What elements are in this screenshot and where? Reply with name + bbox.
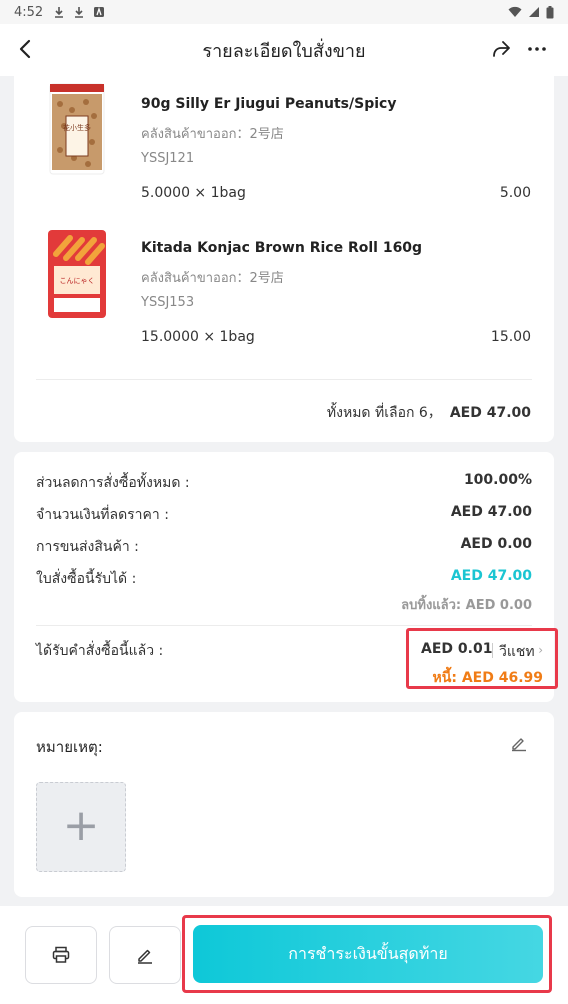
add-attachment-button[interactable]: + xyxy=(36,782,126,872)
edit-note-icon[interactable] xyxy=(510,734,528,752)
item-name: 90g Silly Er Jiugui Peanuts/Spicy xyxy=(141,96,397,112)
item-quantity: 5.0000 × 1bag xyxy=(141,185,246,201)
app-notification-icon xyxy=(94,6,105,17)
items-total: ทั้งหมด ที่เลือก 6， AED 47.00 xyxy=(327,402,531,424)
final-payment-highlight: การชำระเงินขั้นสุดท้าย xyxy=(182,915,552,993)
edit-icon xyxy=(138,949,152,964)
shipping-label: การขนส่งสินค้า : xyxy=(36,539,139,555)
item-quantity: 15.0000 × 1bag xyxy=(141,329,255,345)
discount-label: ส่วนลดการสั่งซื้อทั้งหมด : xyxy=(36,475,190,491)
product-thumbnail-text: 花小生多 xyxy=(63,123,91,132)
receivable-label: ใบสั่งซื้อนี้รับได้ : xyxy=(36,571,137,587)
item-code: YSSJ153 xyxy=(141,295,195,310)
items-total-value: AED 47.00 xyxy=(449,405,531,421)
order-item[interactable]: こんにゃく Kitada Konjac Brown Rice Roll 160g… xyxy=(14,220,554,350)
received-amount: AED 0.01 xyxy=(421,641,493,657)
print-button[interactable] xyxy=(25,926,97,984)
status-bar: 4:52 xyxy=(0,0,568,24)
printer-icon xyxy=(52,946,70,963)
received-payment-box[interactable]: AED 0.01 วีแชท › หนี้: AED 46.99 xyxy=(406,628,558,689)
discounted-amount-label: จำนวนเงินที่ลดราคา : xyxy=(36,507,169,523)
item-code: YSSJ121 xyxy=(141,151,195,166)
items-total-label: ทั้งหมด ที่เลือก 6， xyxy=(326,405,442,421)
share-icon[interactable] xyxy=(490,38,512,60)
bottom-action-bar: การชำระเงินขั้นสุดท้าย xyxy=(0,906,568,1004)
edit-button[interactable] xyxy=(109,926,181,984)
product-thumbnail: こんにゃく xyxy=(48,230,106,318)
product-thumbnail: 花小生多 xyxy=(49,83,105,175)
debt-amount: หนี้: AED 46.99 xyxy=(432,670,543,686)
content-scroll-area[interactable]: 花小生多 90g Silly Er Jiugui Peanuts/Spicy ค… xyxy=(0,76,568,906)
item-amount: 15.00 xyxy=(490,329,531,345)
plus-icon: + xyxy=(62,800,100,852)
download-icon xyxy=(75,7,84,18)
battery-icon xyxy=(546,5,554,18)
discounted-amount-value: AED 47.00 xyxy=(450,504,532,520)
signal-icon xyxy=(529,7,539,17)
divider xyxy=(492,643,493,658)
final-payment-button[interactable]: การชำระเงินขั้นสุดท้าย xyxy=(193,925,543,983)
order-item[interactable]: 花小生多 90g Silly Er Jiugui Peanuts/Spicy ค… xyxy=(14,76,554,206)
discount-value: 100.00% xyxy=(463,472,532,488)
payment-method: วีแชท xyxy=(499,644,535,660)
notes-label: หมายเหตุ: xyxy=(36,738,103,756)
product-thumbnail-text: こんにゃく xyxy=(60,277,95,285)
notes-card: หมายเหตุ: + xyxy=(14,712,554,897)
item-warehouse: คลังสินค้าขาออก：2号店 xyxy=(141,271,284,286)
receivable-value: AED 47.00 xyxy=(450,568,532,584)
chevron-right-icon: › xyxy=(538,643,543,657)
item-name: Kitada Konjac Brown Rice Roll 160g xyxy=(141,240,423,256)
shipping-value: AED 0.00 xyxy=(460,536,532,552)
page-title: รายละเอียดใบสั่งขาย xyxy=(202,40,366,62)
received-label: ได้รับคำสั่งซื้อนี้แล้ว : xyxy=(36,643,164,659)
order-items-card: 花小生多 90g Silly Er Jiugui Peanuts/Spicy ค… xyxy=(14,76,554,442)
download-icon xyxy=(55,7,64,18)
status-time: 4:52 xyxy=(14,4,44,20)
divider xyxy=(36,379,532,380)
divider xyxy=(36,625,532,626)
more-options-icon[interactable] xyxy=(526,38,548,60)
item-warehouse: คลังสินค้าขาออก：2号店 xyxy=(141,127,284,142)
writeoff-text: ลบทิ้งแล้ว: AED 0.00 xyxy=(401,598,532,613)
item-amount: 5.00 xyxy=(499,185,531,201)
wifi-icon xyxy=(508,6,522,17)
navigation-bar: รายละเอียดใบสั่งขาย xyxy=(0,24,568,76)
back-arrow-icon[interactable] xyxy=(14,37,38,61)
